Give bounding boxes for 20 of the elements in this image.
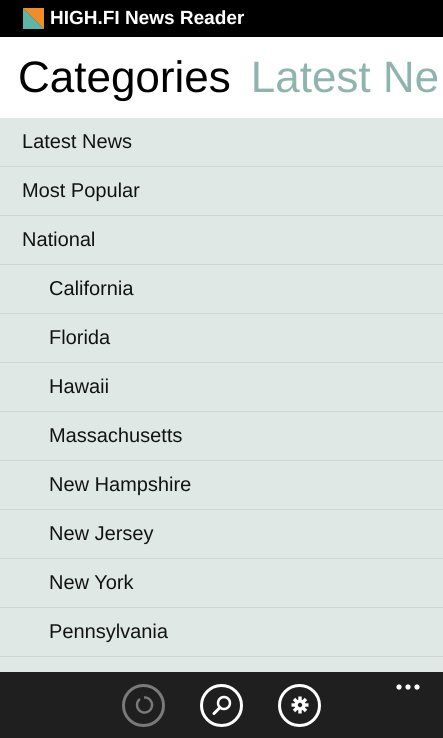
app-title: HIGH.FI News Reader bbox=[50, 8, 244, 30]
search-button[interactable] bbox=[200, 684, 243, 726]
settings-icon bbox=[290, 696, 308, 714]
category-item[interactable]: New Hampshire bbox=[0, 461, 443, 510]
category-item[interactable]: National bbox=[0, 216, 443, 265]
more-icon[interactable] bbox=[396, 684, 420, 690]
category-item[interactable]: Florida bbox=[0, 314, 443, 363]
category-item[interactable]: Most Popular bbox=[0, 167, 443, 216]
search-icon bbox=[210, 694, 232, 716]
category-item[interactable]: Massachusetts bbox=[0, 412, 443, 461]
category-item[interactable]: Latest News bbox=[0, 118, 443, 167]
pivot-header[interactable]: Categories bbox=[18, 52, 231, 102]
category-item[interactable]: California bbox=[0, 265, 443, 314]
settings-button[interactable] bbox=[278, 684, 321, 726]
logo-icon bbox=[23, 8, 44, 29]
category-item[interactable]: Pennsylvania bbox=[0, 608, 443, 657]
category-item[interactable]: Hawaii bbox=[0, 363, 443, 412]
category-item[interactable]: New Jersey bbox=[0, 510, 443, 559]
refresh-icon bbox=[134, 695, 154, 715]
category-item[interactable]: New York bbox=[0, 559, 443, 608]
